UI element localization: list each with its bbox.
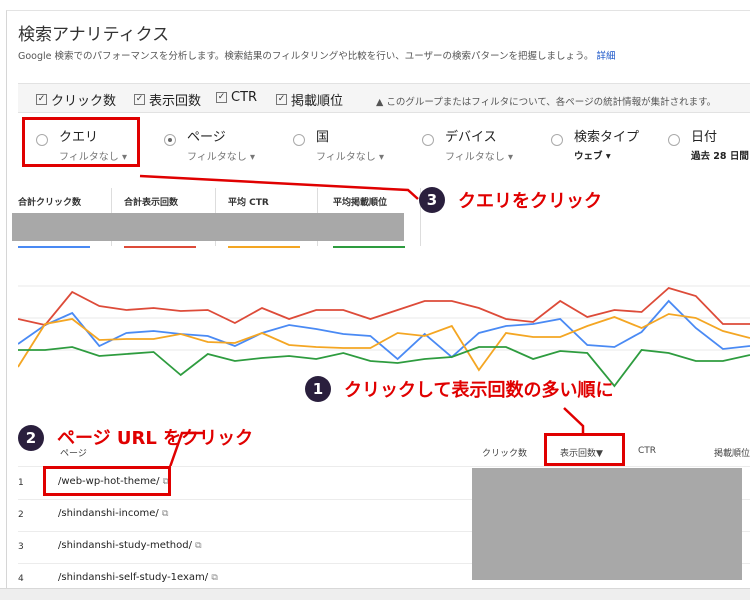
toggle-ctr[interactable]: ✓ CTR [216,90,257,105]
highlight-impressions [544,433,625,466]
page-url-link[interactable]: /shindanshi-income/ ⧉ [58,508,168,519]
page-title: 検索アナリティクス [18,25,170,45]
metric-avg-position: 平均掲載順位 [333,198,388,208]
date-range[interactable]: 過去 28 日間 [691,148,749,162]
page-url-link[interactable]: /shindanshi-study-method/ ⧉ [58,540,202,551]
metric-total-clicks: 合計クリック数 [18,198,82,208]
impressions-series-line [18,286,750,326]
position-color-line [333,246,405,248]
page-url-link[interactable]: /shindanshi-self-study-1exam/ ⧉ [58,572,218,583]
checkbox-icon: ✓ [36,94,47,105]
highlight-query [22,117,140,167]
row-number: 2 [18,510,24,520]
filter-dropdown[interactable]: フィルタなし ▾ [316,148,384,163]
radio-icon [293,134,305,146]
bottom-scrollbar[interactable] [0,588,750,600]
clicks-color-line [18,246,90,248]
trend-chart [18,285,750,388]
warning-icon: ▲ [376,97,387,108]
highlight-page-url [43,466,171,496]
radio-icon [668,134,680,146]
row-number: 1 [18,478,24,488]
metric-total-impressions: 合計表示回数 [124,198,179,208]
redacted-values [12,213,404,241]
page-description: Google 検索でのパフォーマンスを分析します。検索結果のフィルタリングや比較… [18,48,616,62]
group-notice: ▲ このグループまたはフィルタについて、各ページの統計情報が集計されます。 [376,97,717,108]
metric-avg-ctr: 平均 CTR [228,198,269,208]
radio-selected-icon [164,134,176,146]
checkbox-icon: ✓ [276,94,287,105]
external-link-icon[interactable]: ⧉ [162,509,168,519]
filter-dropdown[interactable]: フィルタなし ▾ [187,148,255,163]
filter-dropdown[interactable]: フィルタなし ▾ [445,148,513,163]
external-link-icon[interactable]: ⧉ [195,541,201,551]
toggle-clicks[interactable]: ✓ クリック数 [36,90,116,109]
filter-dropdown[interactable]: ウェブ ▾ [574,148,611,162]
chart-lines [18,286,750,388]
description-text: Google 検索でのパフォーマンスを分析します。検索結果のフィルタリングや比較… [18,51,594,62]
step-1-badge: 1 [305,376,331,402]
step-3-text: クエリをクリック [458,191,602,212]
radio-icon [422,134,434,146]
checkbox-icon: ✓ [134,94,145,105]
impressions-color-line [124,246,196,248]
external-link-icon[interactable]: ⧉ [211,573,217,583]
radio-icon [551,134,563,146]
checkbox-icon: ✓ [216,92,227,103]
row-number: 4 [18,574,24,584]
step-2-badge: 2 [18,425,44,451]
step-1-text: クリックして表示回数の多い順に [344,380,614,401]
ctr-color-line [228,246,300,248]
redacted-table-values [472,468,742,580]
row-number: 3 [18,542,24,552]
col-header-position[interactable]: 掲載順位 [714,446,750,459]
step-3-badge: 3 [419,187,445,213]
details-link[interactable]: 詳細 [597,51,616,62]
col-header-ctr[interactable]: CTR [638,446,656,456]
toggle-position[interactable]: ✓ 掲載順位 [276,90,343,109]
col-header-clicks[interactable]: クリック数 [482,446,527,459]
toggle-impressions[interactable]: ✓ 表示回数 [134,90,201,109]
col-header-page[interactable]: ページ [60,446,87,459]
